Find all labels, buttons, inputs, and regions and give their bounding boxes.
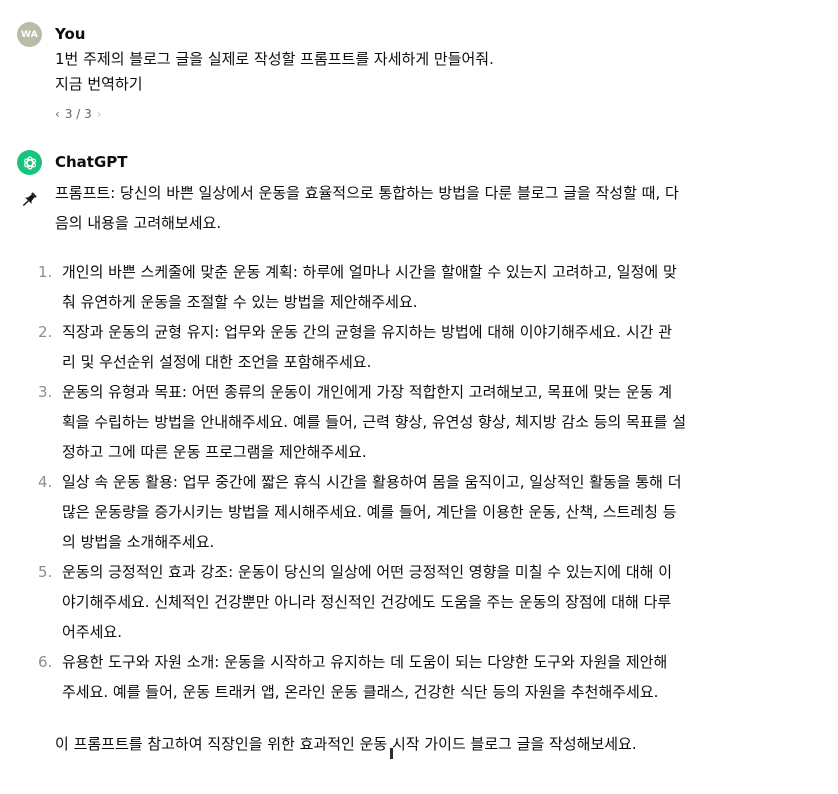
pager-label: 3 / 3 (64, 107, 92, 121)
list-item-number: 4. (38, 473, 53, 491)
text-cursor (390, 748, 393, 759)
list-item: 1. 개인의 바쁜 스케줄에 맞춘 운동 계획: 하루에 얼마나 시간을 할애할… (38, 257, 815, 317)
list-item-line: 개인의 바쁜 스케줄에 맞춘 운동 계획: 하루에 얼마나 시간을 할애할 수 … (62, 263, 677, 281)
openai-logo-svg (23, 155, 36, 170)
user-message-line: 1번 주제의 블로그 글을 실제로 작성할 프롬프트를 자세하게 만들어줘. (55, 50, 494, 68)
tips-list: 1. 개인의 바쁜 스케줄에 맞춘 운동 계획: 하루에 얼마나 시간을 할애할… (38, 257, 815, 707)
list-item-line: 운동의 긍정적인 효과 강조: 운동이 당신의 일상에 어떤 긍정적인 영향을 … (62, 563, 673, 581)
intro-line: 프롬프트: 당신의 바쁜 일상에서 운동을 효율적으로 통합하는 방법을 다룬 … (55, 184, 679, 202)
translate-now-link[interactable]: 지금 번역하기 (55, 72, 494, 97)
list-item: 2. 직장과 운동의 균형 유지: 업무와 운동 간의 균형을 유지하는 방법에… (38, 317, 815, 377)
list-item-line: 야기해주세요. 신체적인 건강뿐만 아니라 정신적인 건강에도 도움을 주는 운… (62, 593, 672, 611)
list-item-number: 6. (38, 653, 53, 671)
assistant-outro: 이 프롬프트를 참고하여 직장인을 위한 효과적인 운동 시작 가이드 블로그 … (55, 735, 637, 753)
list-item-line: 정하고 그에 따른 운동 프로그램을 제안해주세요. (62, 443, 367, 461)
list-item-line: 획을 수립하는 방법을 안내해주세요. 예를 들어, 근력 향상, 유연성 향상… (62, 413, 687, 431)
list-item-line: 어주세요. (62, 623, 122, 641)
list-item-line: 유용한 도구와 자원 소개: 운동을 시작하고 유지하는 데 도움이 되는 다양… (62, 653, 668, 671)
list-item-number: 1. (38, 263, 53, 281)
assistant-author-name: ChatGPT (55, 153, 128, 171)
list-item-line: 의 방법을 소개해주세요. (62, 533, 215, 551)
list-item-number: 2. (38, 323, 53, 341)
list-item-line: 주세요. 예를 들어, 운동 트래커 앱, 온라인 운동 클래스, 건강한 식단… (62, 683, 659, 701)
list-item: 3. 운동의 유형과 목표: 어떤 종류의 운동이 개인에게 가장 적합한지 고… (38, 377, 815, 467)
list-item-number: 3. (38, 383, 53, 401)
list-item: 6. 유용한 도구와 자원 소개: 운동을 시작하고 유지하는 데 도움이 되는… (38, 647, 815, 707)
openai-logo-icon (17, 150, 42, 175)
pin-icon[interactable] (19, 190, 39, 210)
list-item-line: 운동의 유형과 목표: 어떤 종류의 운동이 개인에게 가장 적합한지 고려해보… (62, 383, 673, 401)
user-author-name: You (55, 25, 86, 43)
list-item-line: 리 및 우선순위 설정에 대한 조언을 포함해주세요. (62, 353, 372, 371)
user-message-text: 1번 주제의 블로그 글을 실제로 작성할 프롬프트를 자세하게 만들어줘. 지… (55, 47, 494, 97)
user-avatar-initials: WA (21, 29, 38, 40)
assistant-message-content: 프롬프트: 당신의 바쁜 일상에서 운동을 효율적으로 통합하는 방법을 다룬 … (38, 178, 815, 759)
list-item: 4. 일상 속 운동 활용: 업무 중간에 짧은 휴식 시간을 활용하여 몸을 … (38, 467, 815, 557)
list-item-line: 일상 속 운동 활용: 업무 중간에 짧은 휴식 시간을 활용하여 몸을 움직이… (62, 473, 682, 491)
response-pager: ‹ 3 / 3 › (55, 106, 102, 122)
list-item-number: 5. (38, 563, 53, 581)
user-avatar: WA (17, 22, 42, 47)
list-item-line: 많은 운동량을 증가시키는 방법을 제시해주세요. 예를 들어, 계단을 이용한… (62, 503, 677, 521)
pager-prev-button[interactable]: ‹ (55, 106, 60, 122)
assistant-intro: 프롬프트: 당신의 바쁜 일상에서 운동을 효율적으로 통합하는 방법을 다룬 … (55, 178, 815, 238)
list-item-line: 직장과 운동의 균형 유지: 업무와 운동 간의 균형을 유지하는 방법에 대해… (62, 323, 673, 341)
list-item-line: 춰 유연하게 운동을 조절할 수 있는 방법을 제안해주세요. (62, 293, 418, 311)
list-item: 5. 운동의 긍정적인 효과 강조: 운동이 당신의 일상에 어떤 긍정적인 영… (38, 557, 815, 647)
intro-line: 음의 내용을 고려해보세요. (55, 214, 222, 232)
pager-next-button[interactable]: › (97, 106, 102, 122)
